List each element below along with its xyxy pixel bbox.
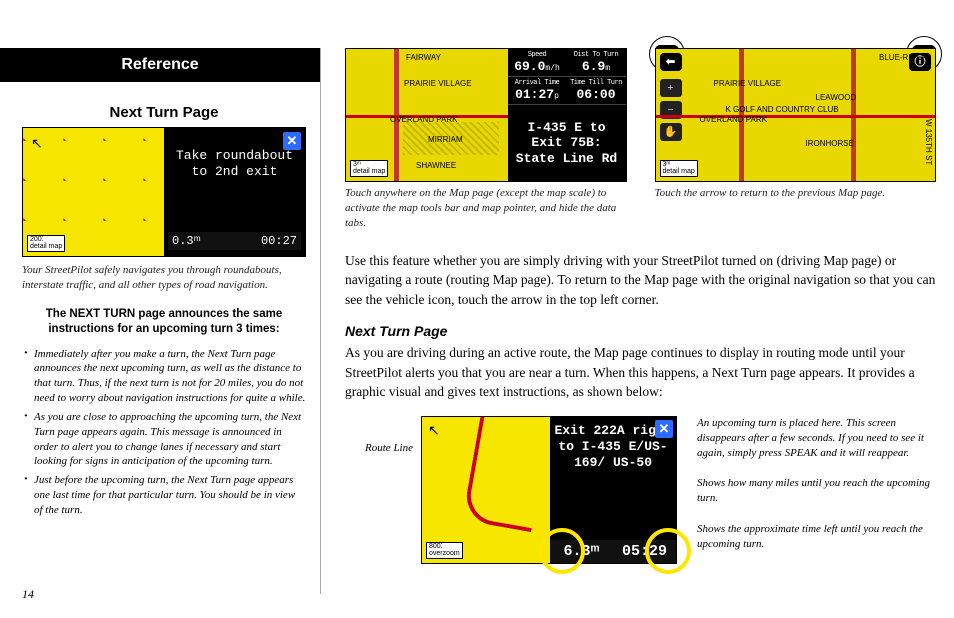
route-line-label: Route Line: [345, 416, 413, 454]
sidebar-bold-intro: The NEXT TURN page announces the same in…: [22, 307, 306, 337]
back-arrow-button[interactable]: ⬅: [660, 53, 682, 71]
next-turn-screenshot: ↖ 800⁚overzoom ✕ Exit 222A right to I-43…: [421, 416, 677, 564]
turn-time: 05:29: [613, 540, 676, 563]
pan-icon[interactable]: ✋: [660, 123, 682, 141]
top-right-figure: ⬅ ⓘ ⬅ ⓘ + − ✋ PRAIRIE VILL: [655, 48, 937, 245]
close-icon[interactable]: ✕: [655, 420, 673, 438]
top-left-caption: Touch anywhere on the Map page (except t…: [345, 186, 627, 231]
body-para-1: Use this feature whether you are simply …: [345, 251, 936, 310]
close-icon[interactable]: ✕: [283, 132, 301, 150]
map-scale: 3ᵐdetail map: [350, 160, 388, 177]
diagram-annotations: An upcoming turn is placed here. This sc…: [685, 416, 936, 568]
sidebar: Reference Next Turn Page ↖ 200⁚detail ma…: [0, 0, 320, 618]
map-scale: 800⁚overzoom: [426, 542, 463, 559]
route-line: [462, 416, 552, 532]
cursor-icon: ↖: [31, 136, 43, 153]
subheading-next-turn: Next Turn Page: [345, 323, 936, 339]
data-tabs: Speed69.0m/h Dist To Turn6.9m Arrival Ti…: [508, 49, 626, 181]
reference-header: Reference: [0, 48, 320, 82]
diagram: Route Line ↖ 800⁚overzoom ✕ Exit 222A ri…: [345, 416, 936, 568]
body-para-2: As you are driving during an active rout…: [345, 343, 936, 402]
map-page-tools[interactable]: ⬅ ⓘ + − ✋ PRAIRIE VILLAGE OVERLAND PARK …: [656, 49, 936, 181]
bullet-item: Immediately after you make a turn, the N…: [22, 347, 306, 406]
sidebar-caption: Your StreetPilot safely navigates you th…: [22, 263, 306, 293]
annotation: Shows how many miles until you reach the…: [697, 476, 936, 506]
turn-time: 00:27: [261, 234, 297, 248]
bullet-list: Immediately after you make a turn, the N…: [22, 347, 306, 518]
map-page[interactable]: FAIRWAY PRAIRIE VILLAGE OVERLAND PARK MI…: [346, 49, 508, 181]
sidebar-title: Next Turn Page: [22, 104, 306, 121]
sidebar-screenshot: ↖ 200⁚detail map ✕ Take roundabout to 2n…: [22, 127, 306, 257]
top-left-figure: FAIRWAY PRAIRIE VILLAGE OVERLAND PARK MI…: [345, 48, 627, 245]
page-number: 14: [22, 587, 34, 602]
bullet-item: As you are close to approaching the upco…: [22, 410, 306, 469]
annotation: An upcoming turn is placed here. This sc…: [697, 416, 936, 461]
destination-text: I-435 E to Exit 75B: State Line Rd: [508, 105, 626, 181]
annotation: Shows the approximate time left until yo…: [697, 522, 936, 552]
turn-instruction: Take roundabout to 2nd exit: [168, 148, 301, 179]
top-right-caption: Touch the arrow to return to the previou…: [655, 186, 937, 201]
map-scale: 200⁚detail map: [27, 235, 65, 252]
map-scale: 3ᵐdetail map: [660, 160, 698, 177]
turn-distance: 6.3ᵐ: [550, 540, 613, 563]
bullet-item: Just before the upcoming turn, the Next …: [22, 473, 306, 518]
main-content: FAIRWAY PRAIRIE VILLAGE OVERLAND PARK MI…: [321, 0, 954, 618]
cursor-icon: ↖: [428, 423, 440, 440]
turn-distance: 0.3ᵐ: [172, 234, 201, 248]
map-toolbar: + − ✋: [660, 79, 682, 141]
zoom-in-icon[interactable]: +: [660, 79, 682, 97]
